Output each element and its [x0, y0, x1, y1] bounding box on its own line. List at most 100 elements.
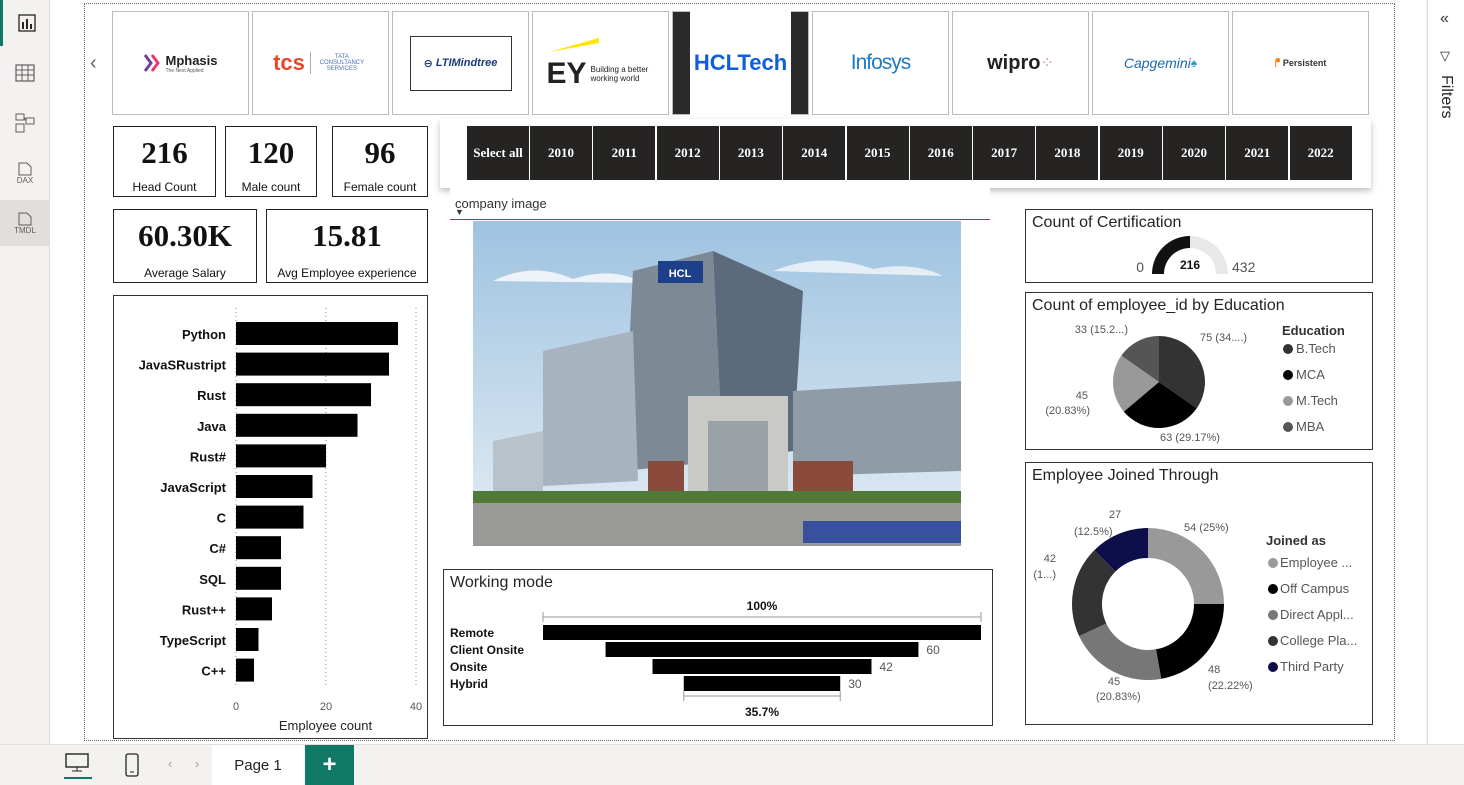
tmdl-label: TMDL	[14, 225, 36, 235]
funnel-bar-Remote	[543, 625, 981, 640]
logo-ey[interactable]: EY Building a better working world	[532, 11, 669, 115]
donut-data-label: 45	[1108, 676, 1120, 688]
bar-label-Rust: Rust	[197, 388, 227, 403]
desktop-view-icon[interactable]	[64, 751, 92, 779]
filters-label[interactable]: Filters	[1437, 75, 1455, 119]
donut-plot: 54 (25%) 48 (22.22%) 45 (20.83%) 42 (1...) 27 (1…	[1033, 509, 1357, 703]
page-tab-1[interactable]: Page 1	[212, 745, 304, 785]
kpi-average-salary: 60.30K Average Salary	[113, 209, 257, 283]
year-button-2016[interactable]: 2016	[909, 126, 972, 180]
pie-data-label: 33 (15.2...)	[1075, 324, 1128, 336]
ey-text: EY	[546, 57, 587, 90]
kpi-label: Avg Employee experience	[277, 266, 417, 280]
funnel-bar-Client Onsite	[605, 642, 919, 657]
tmdl-view-icon[interactable]: TMDL	[0, 200, 50, 246]
x-tick-label: 0	[233, 701, 239, 713]
donut-data-label: (12.5%)	[1074, 526, 1113, 538]
mphasis-mark-icon	[144, 54, 161, 72]
pie-legend-title: Education	[1282, 323, 1345, 338]
year-button-2018[interactable]: 2018	[1036, 126, 1099, 180]
page-navigation-bar: ‹ › Page 1 +	[0, 744, 1464, 785]
filter-funnel-icon[interactable]: ▽	[1440, 48, 1450, 64]
company-image-label: company image	[455, 196, 547, 211]
logo-ltimindtree[interactable]: ⊖ LTIMindtree	[392, 11, 529, 115]
year-button-2014[interactable]: 2014	[783, 126, 846, 180]
dax-label: DAX	[16, 175, 34, 185]
joined-through-donut-chart: Employee Joined Through 54 (25%) 48 (22.22…	[1025, 462, 1373, 725]
donut-data-label: 48	[1208, 664, 1220, 676]
legend-marker-Third Party	[1268, 662, 1278, 672]
hcltech-text: HCLTech	[690, 11, 791, 115]
year-button-2015[interactable]: 2015	[846, 126, 909, 180]
tcs-subtext: TATA CONSULTANCY SERVICES	[319, 54, 365, 72]
year-button-2020[interactable]: 2020	[1163, 126, 1225, 180]
year-button-2019[interactable]: 2019	[1099, 126, 1162, 180]
wipro-mark-icon: ⁘	[1040, 55, 1054, 72]
logo-infosys[interactable]: Infosys	[812, 11, 949, 115]
year-select-all[interactable]: Select all	[467, 126, 529, 180]
legend-marker-College Pla...	[1268, 636, 1278, 646]
working-mode-funnel: Working mode 100% Remote Client Onsite 60 On…	[443, 569, 993, 726]
report-view-icon[interactable]	[0, 0, 50, 46]
bar-label-JavaSRustript: JavaSRustript	[139, 358, 227, 373]
building-sign: HCL	[669, 268, 692, 280]
bar-label-JavaScript: JavaScript	[160, 480, 226, 495]
dax-query-icon[interactable]: DAX	[0, 150, 50, 196]
year-button-2013[interactable]: 2013	[719, 126, 782, 180]
logo-wipro[interactable]: wipro ⁘	[952, 11, 1089, 115]
company-image-dropdown[interactable]: company image ▼	[450, 187, 990, 220]
bar-label-C: C	[217, 511, 227, 526]
year-button-2010[interactable]: 2010	[530, 126, 592, 180]
funnel-plot: 100% Remote Client Onsite 60 Onsite 42 Hybrid 3…	[450, 599, 982, 719]
persistent-mark-icon: ᖰ	[1274, 55, 1281, 70]
year-button-2022[interactable]: 2022	[1289, 126, 1352, 180]
donut-slice-Direct Appl...	[1079, 623, 1162, 680]
x-tick-label: 40	[410, 701, 422, 713]
logo-hcltech[interactable]: HCLTech	[672, 11, 809, 115]
legend-item-Employee ...: Employee ...	[1280, 555, 1352, 570]
add-page-button[interactable]: +	[305, 745, 354, 785]
year-button-2017[interactable]: 2017	[973, 126, 1036, 180]
year-button-2011[interactable]: 2011	[593, 126, 656, 180]
kpi-label: Male count	[241, 180, 301, 194]
funnel-value-Hybrid: 30	[848, 677, 862, 691]
bar-label-Python: Python	[182, 327, 226, 342]
x-tick-label: 20	[320, 701, 332, 713]
year-button-2021[interactable]: 2021	[1226, 126, 1289, 180]
pie-plot: 75 (34....) 63 (29.17%) 45 (20.83%) 33 (15.2…	[1045, 323, 1345, 444]
bar-Python	[236, 322, 398, 345]
donut-data-label: (20.83%)	[1096, 691, 1141, 703]
kpi-female-count: 96 Female count	[332, 126, 428, 197]
mobile-view-icon[interactable]	[124, 753, 140, 782]
gauge-value-label: 216	[1180, 258, 1200, 272]
logo-mphasis[interactable]: Mphasis The Next Applied	[112, 11, 249, 115]
ltim-text: LTIMindtree	[435, 57, 498, 69]
model-view-icon[interactable]	[0, 100, 50, 146]
logo-capgemini[interactable]: Capgemini ♠	[1092, 11, 1229, 115]
prev-page-icon[interactable]: ‹	[168, 756, 172, 771]
donut-legend-title: Joined as	[1266, 533, 1326, 548]
bar-C	[236, 505, 304, 529]
kpi-value: 15.81	[312, 218, 382, 253]
filters-pane: « ▽ Filters	[1427, 0, 1464, 744]
legend-item-B.Tech: B.Tech	[1296, 341, 1336, 356]
chevron-down-icon: ▼	[455, 207, 464, 217]
capgemini-spade-icon: ♠	[1190, 56, 1198, 70]
next-page-icon[interactable]: ›	[195, 756, 199, 771]
logo-tcs[interactable]: tcs TATA CONSULTANCY SERVICES	[252, 11, 389, 115]
funnel-value-Onsite: 42	[880, 660, 894, 674]
table-view-icon[interactable]	[0, 50, 50, 96]
carousel-prev-icon[interactable]: ‹	[90, 52, 97, 75]
kpi-value: 60.30K	[138, 218, 232, 253]
gauge-max-label: 432	[1232, 259, 1256, 275]
kpi-head-count: 216 Head Count	[113, 126, 216, 197]
ey-beam-icon	[549, 38, 599, 52]
bar-JavaScript	[236, 475, 313, 498]
company-photo: HCL	[473, 221, 961, 546]
kpi-value: 216	[141, 135, 188, 170]
year-button-2012[interactable]: 2012	[656, 126, 719, 180]
logo-persistent[interactable]: ᖰ Persistent	[1232, 11, 1369, 115]
legend-marker-Off Campus	[1268, 584, 1278, 594]
collapse-pane-icon[interactable]: «	[1440, 10, 1449, 28]
tcs-text: tcs	[273, 50, 305, 75]
